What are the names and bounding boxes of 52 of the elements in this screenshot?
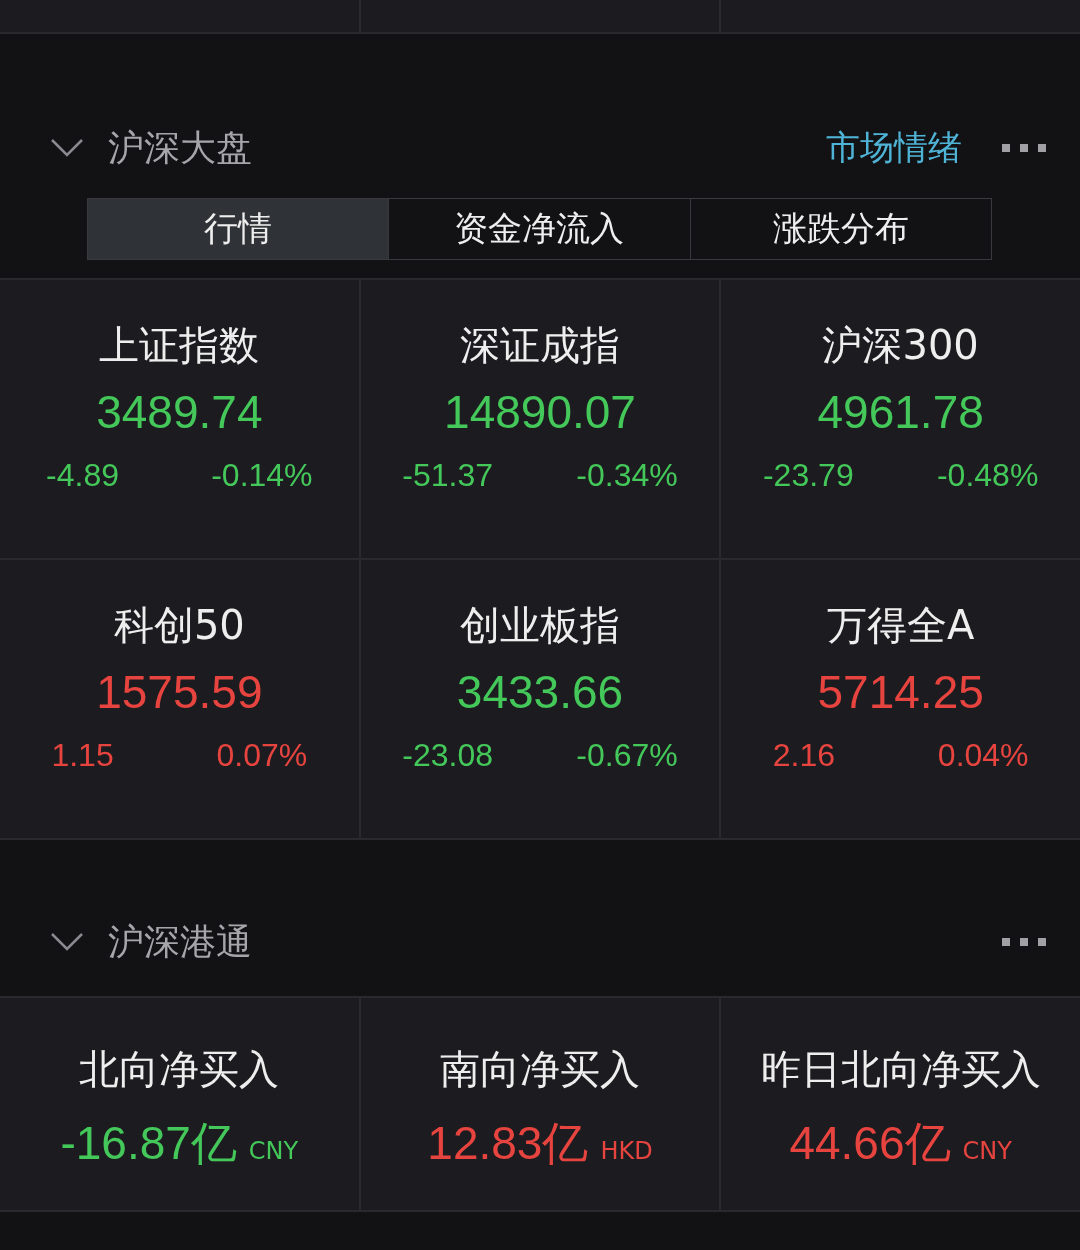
change-percent: 0.04% [937, 737, 1029, 774]
currency-label: CNY [248, 1137, 299, 1165]
index-value: 1575.59 [96, 665, 263, 719]
index-name: 南向净买入 [440, 1045, 640, 1094]
change-percent: -0.67% [576, 737, 678, 774]
change-value: -23.08 [402, 737, 493, 774]
index-card[interactable]: 昨日北向净买入 44.66亿 CNY [721, 998, 1080, 1210]
section-title: 沪深大盘 [108, 125, 252, 170]
index-name: 创业板指 [460, 601, 620, 650]
more-icon[interactable] [1002, 144, 1046, 152]
index-card[interactable]: 南向净买入 12.83亿 HKD [360, 998, 720, 1210]
index-name: 北向净买入 [79, 1045, 280, 1094]
change-percent: -0.34% [576, 457, 678, 494]
change-value: 1.15 [51, 737, 114, 774]
section-title: 沪深港通 [108, 919, 252, 964]
change-percent: -0.48% [936, 457, 1039, 494]
change-value: -51.37 [402, 457, 493, 494]
flow-value: 44.66亿 [789, 1116, 951, 1171]
change-value: 2.16 [772, 737, 835, 774]
index-value: 4961.78 [817, 385, 984, 439]
change-percent: -0.14% [211, 457, 313, 494]
index-card[interactable]: 万得全A 5714.25 2.16 0.04% [721, 560, 1080, 838]
index-card[interactable]: 深证成指 14890.07 -51.37 -0.34% [360, 280, 720, 558]
index-card[interactable]: 科创50 1575.59 1.15 0.07% [0, 560, 359, 838]
flow-value: -16.87亿 [60, 1116, 237, 1171]
index-name: 万得全A [826, 601, 975, 650]
index-card[interactable]: 上证指数 3489.74 -4.89 -0.14% [0, 280, 359, 558]
index-value: 5714.25 [817, 665, 984, 719]
currency-label: HKD [600, 1137, 653, 1165]
change-value: -23.79 [762, 457, 854, 494]
index-name: 上证指数 [99, 321, 260, 370]
tab[interactable]: 涨跌分布 [689, 199, 991, 259]
tab[interactable]: 资金净流入 [388, 199, 690, 259]
chevron-icon[interactable] [50, 138, 84, 158]
index-name: 昨日北向净买入 [760, 1045, 1041, 1094]
change-percent: 0.07% [216, 737, 308, 774]
change-value: -4.89 [46, 457, 119, 494]
index-name: 科创50 [113, 601, 245, 650]
index-name: 沪深300 [822, 321, 979, 370]
index-card[interactable]: 沪深300 4961.78 -23.79 -0.48% [721, 280, 1080, 558]
flow-value: 12.83亿 [427, 1116, 589, 1171]
sentiment-link[interactable]: 市场情绪 [826, 125, 962, 171]
chevron-icon[interactable] [50, 932, 84, 952]
index-card[interactable]: 北向净买入 -16.87亿 CNY [0, 998, 359, 1210]
tab[interactable]: 行情 [88, 199, 389, 259]
index-value: 3489.74 [96, 385, 263, 439]
index-value: 14890.07 [444, 385, 636, 439]
index-value: 3433.66 [456, 665, 624, 719]
currency-label: CNY [962, 1137, 1012, 1165]
index-card[interactable]: 创业板指 3433.66 -23.08 -0.67% [360, 560, 720, 838]
index-name: 深证成指 [460, 321, 620, 370]
more-icon[interactable] [1002, 938, 1046, 946]
